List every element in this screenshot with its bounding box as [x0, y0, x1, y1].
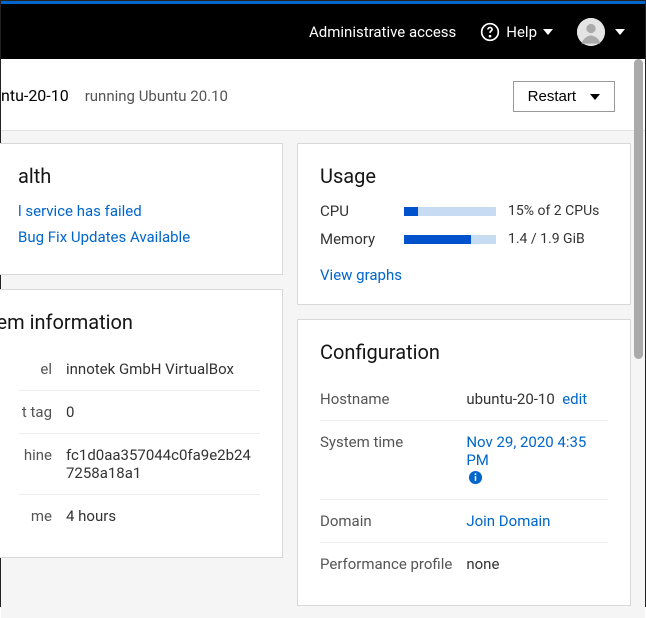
- table-row: System time Nov 29, 2020 4:35 PM: [320, 421, 608, 500]
- table-row: hine fc1d0aa357044c0fa9e2b247258a18a1: [18, 434, 260, 495]
- table-row: Domain Join Domain: [320, 500, 608, 543]
- uptime-value: 4 hours: [66, 495, 260, 538]
- health-card: alth l service has failed Bug Fix Update…: [0, 143, 283, 275]
- table-row: me 4 hours: [18, 495, 260, 538]
- caret-down-icon: [543, 29, 553, 35]
- help-menu[interactable]: Help: [480, 22, 553, 42]
- cpu-bar: [404, 207, 496, 216]
- memory-label: Memory: [320, 230, 392, 248]
- machine-label: hine: [18, 434, 66, 495]
- system-time-label: System time: [320, 421, 466, 500]
- view-graphs-link[interactable]: View graphs: [320, 266, 608, 284]
- cpu-label: CPU: [320, 202, 392, 220]
- machine-id-value: fc1d0aa357044c0fa9e2b247258a18a1: [66, 434, 260, 495]
- asset-tag-value: 0: [66, 391, 260, 434]
- hostname-edit-link[interactable]: edit: [562, 390, 587, 408]
- cpu-usage-row: CPU 15% of 2 CPUs: [320, 202, 608, 220]
- health-title: alth: [18, 164, 260, 188]
- memory-bar: [404, 235, 496, 244]
- scrollbar-thumb[interactable]: [634, 59, 643, 359]
- uptime-label: me: [18, 495, 66, 538]
- user-menu[interactable]: [577, 18, 625, 46]
- model-label: el: [18, 348, 66, 391]
- configuration-title: Configuration: [320, 340, 608, 364]
- table-row: el innotek GmbH VirtualBox: [18, 348, 260, 391]
- restart-button[interactable]: Restart: [513, 81, 615, 112]
- system-info-card: tem information el innotek GmbH VirtualB…: [0, 289, 283, 558]
- caret-down-icon: [590, 94, 600, 100]
- page-header: ntu-20-10 running Ubuntu 20.10 Restart: [1, 59, 645, 131]
- join-domain-link[interactable]: Join Domain: [466, 512, 550, 530]
- cpu-value: 15% of 2 CPUs: [508, 203, 608, 219]
- page-title: ntu-20-10: [1, 86, 69, 105]
- hostname-cell: ubuntu-20-10 edit: [466, 378, 608, 421]
- memory-value: 1.4 / 1.9 GiB: [508, 231, 608, 247]
- admin-access-label[interactable]: Administrative access: [309, 23, 456, 41]
- table-row: Performance profile none: [320, 543, 608, 586]
- health-failed-link[interactable]: l service has failed: [18, 202, 260, 220]
- user-icon: [577, 18, 605, 46]
- usage-card: Usage CPU 15% of 2 CPUs Memory 1.4 / 1.9…: [297, 143, 631, 305]
- table-row: Hostname ubuntu-20-10 edit: [320, 378, 608, 421]
- system-time-link[interactable]: Nov 29, 2020 4:35 PM: [466, 433, 586, 469]
- help-icon: [480, 22, 500, 42]
- usage-title: Usage: [320, 164, 608, 188]
- performance-profile-label: Performance profile: [320, 543, 466, 586]
- system-time-cell: Nov 29, 2020 4:35 PM: [466, 421, 608, 500]
- asset-tag-label: t tag: [18, 391, 66, 434]
- scrollbar[interactable]: [634, 59, 643, 604]
- info-icon[interactable]: [468, 470, 483, 485]
- memory-usage-row: Memory 1.4 / 1.9 GiB: [320, 230, 608, 248]
- domain-label: Domain: [320, 500, 466, 543]
- performance-profile-value: none: [466, 543, 608, 586]
- avatar: [577, 18, 605, 46]
- restart-label: Restart: [528, 88, 576, 105]
- caret-down-icon: [615, 29, 625, 35]
- model-value: innotek GmbH VirtualBox: [66, 348, 260, 391]
- hostname-label: Hostname: [320, 378, 466, 421]
- topbar: Administrative access Help: [1, 4, 645, 59]
- system-info-title: tem information: [0, 310, 260, 334]
- content-area: alth l service has failed Bug Fix Update…: [1, 131, 645, 618]
- page-subtitle: running Ubuntu 20.10: [85, 87, 228, 105]
- health-updates-link[interactable]: Bug Fix Updates Available: [18, 228, 260, 246]
- configuration-card: Configuration Hostname ubuntu-20-10 edit…: [297, 319, 631, 606]
- hostname-value: ubuntu-20-10: [466, 390, 554, 408]
- help-label: Help: [506, 23, 537, 41]
- table-row: t tag 0: [18, 391, 260, 434]
